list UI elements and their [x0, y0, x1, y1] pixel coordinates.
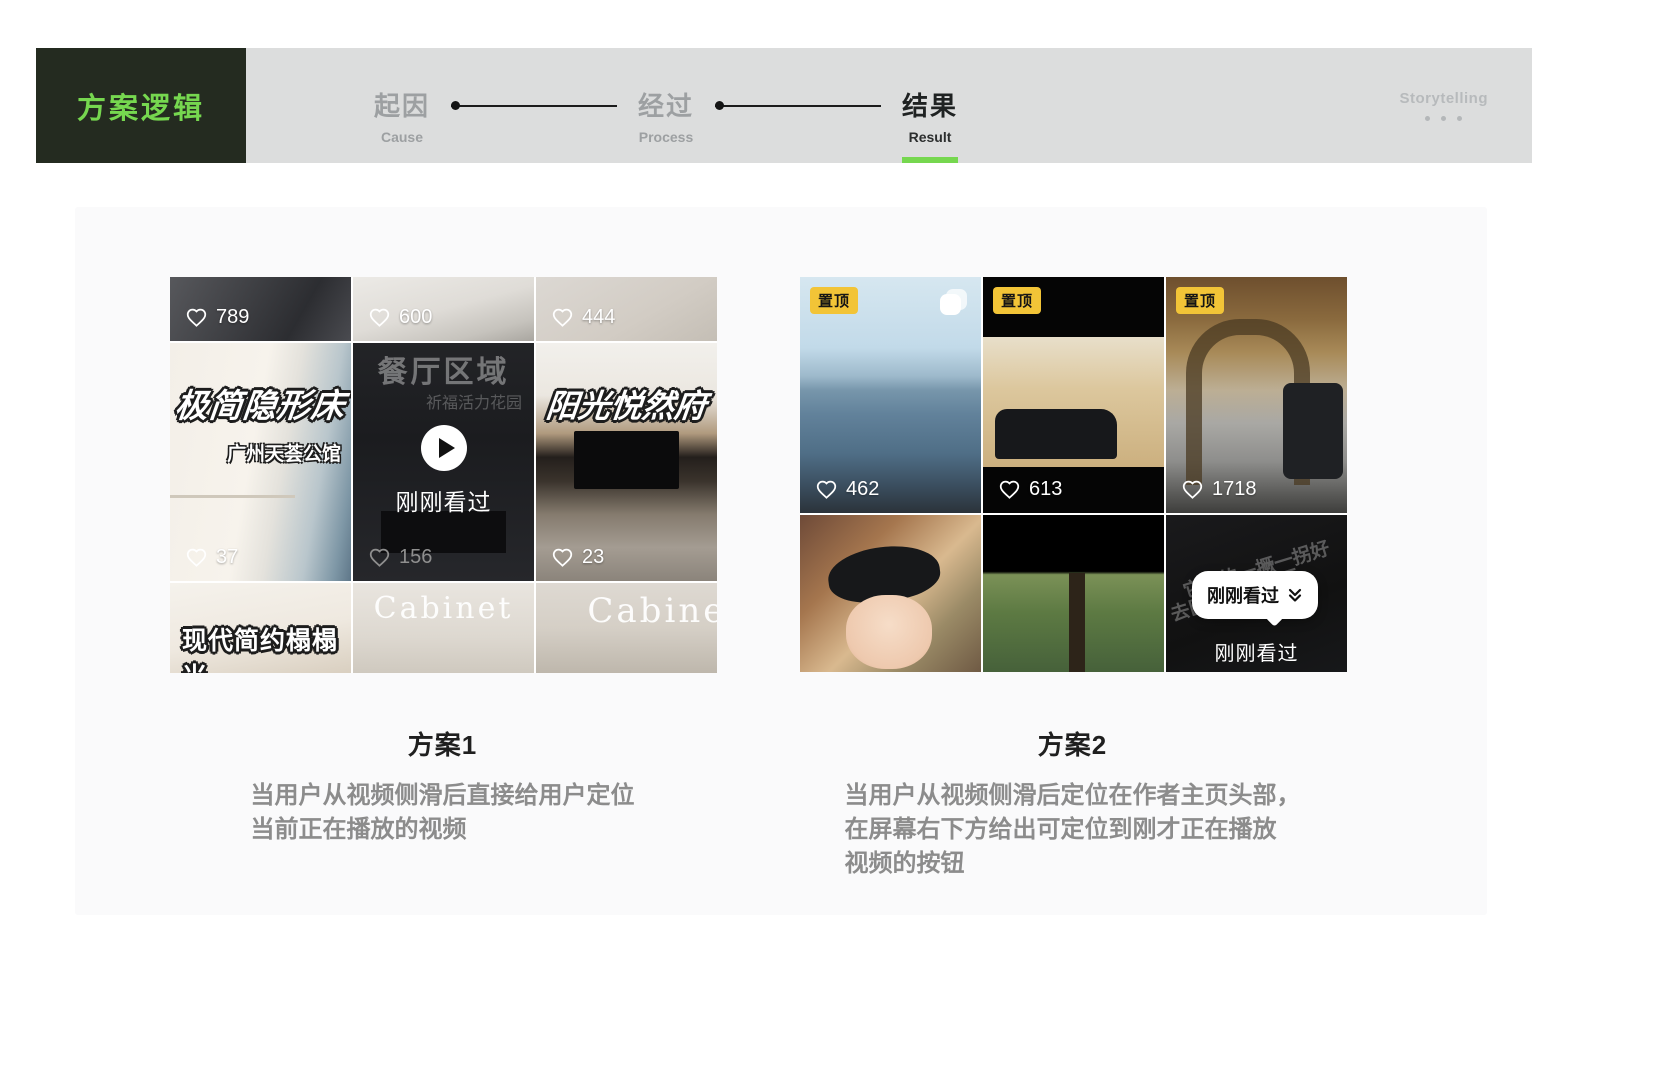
plan1-video-grid: 789 600 444 极简隐形床 广州天荟公馆 37 餐厅区域 祈福 [170, 277, 717, 673]
storytelling-watermark: Storytelling [1399, 90, 1488, 121]
plan2-caption: 方案2 当用户从视频侧滑后定位在作者主页头部， 在屏幕右下方给出可定位到刚才正在… [800, 725, 1345, 881]
play-icon[interactable] [421, 425, 467, 471]
plan2-video-thumb-2[interactable]: 置顶 613 [983, 277, 1164, 513]
pinned-badge: 置顶 [993, 287, 1041, 314]
step-cause-label: 起因 [374, 92, 430, 120]
plan1-description: 当用户从视频侧滑后直接给用户定位 当前正在播放的视频 [251, 779, 635, 847]
plan1-video-thumb-8[interactable]: Cabinet [353, 583, 534, 673]
heart-icon [999, 479, 1020, 500]
step-result-sublabel: Result [909, 129, 952, 145]
video-cover-title: 餐厅区域 [353, 347, 534, 391]
like-count: 1718 [1182, 478, 1257, 501]
plan1-video-thumb-7[interactable]: 现代简约榻榻米 [170, 583, 351, 673]
plan1-video-thumb-3[interactable]: 444 [536, 277, 717, 341]
plan1-current-video-thumb[interactable]: 餐厅区域 祈福活力花园 刚刚看过 156 [353, 343, 534, 581]
video-cover-title: 现代简约榻榻米 [182, 621, 351, 673]
like-count: 600 [369, 306, 432, 329]
storytelling-label: Storytelling [1399, 90, 1488, 107]
video-cover-subtitle: 祈福活力花园 [426, 389, 522, 413]
section-title-panel: 方案逻辑 [36, 48, 246, 163]
step-connector-1 [451, 105, 617, 107]
plan1-caption: 方案1 当用户从视频侧滑后直接给用户定位 当前正在播放的视频 [170, 725, 715, 847]
heart-icon [186, 307, 207, 328]
plan2-video-thumb-5[interactable] [983, 515, 1164, 672]
just-watched-label: 刚刚看过 [1166, 637, 1347, 666]
like-count: 789 [186, 306, 249, 329]
video-cover-title: 阳光悦然府 [536, 381, 717, 427]
plan1-title: 方案1 [170, 725, 715, 762]
plan2-video-thumb-4[interactable] [800, 515, 981, 672]
like-count: 444 [552, 306, 615, 329]
plan2-video-thumb-1[interactable]: 置顶 462 [800, 277, 981, 513]
section-title: 方案逻辑 [77, 85, 205, 127]
plan2-current-video-thumb[interactable]: 它妈的一撅一拐好 去医院花了六百 刚刚看过 刚刚看过 [1166, 515, 1347, 672]
step-process[interactable]: 经过 Process [633, 48, 699, 163]
plan1-video-thumb-1[interactable]: 789 [170, 277, 351, 341]
video-cover-title: Cabinet [353, 591, 534, 626]
content-card: 789 600 444 极简隐形床 广州天荟公馆 37 餐厅区域 祈福 [75, 207, 1487, 915]
heart-icon [816, 479, 837, 500]
step-cause-sublabel: Cause [381, 129, 423, 145]
double-chevron-down-icon [1287, 587, 1303, 603]
video-cover-title: Cabinet [587, 591, 717, 631]
step-result-label: 结果 [902, 92, 958, 120]
video-cover-title: 极简隐形床 [170, 379, 351, 427]
just-watched-locate-button[interactable]: 刚刚看过 [1192, 571, 1318, 619]
just-watched-label: 刚刚看过 [353, 483, 534, 517]
heart-icon [186, 547, 207, 568]
plan1-video-thumb-2[interactable]: 600 [353, 277, 534, 341]
slide-header: 方案逻辑 起因 Cause 经过 Process 结果 Result Story… [36, 48, 1532, 163]
step-cause[interactable]: 起因 Cause [369, 48, 435, 163]
plan2-title: 方案2 [800, 725, 1345, 762]
video-frame [983, 337, 1164, 467]
suv-silhouette [995, 409, 1117, 459]
like-count: 156 [369, 546, 432, 569]
pinned-badge: 置顶 [1176, 287, 1224, 314]
heart-icon [552, 547, 573, 568]
plan2-video-thumb-3[interactable]: 置顶 1718 [1166, 277, 1347, 513]
like-count: 613 [999, 478, 1062, 501]
video-cover-subtitle: 广州天荟公馆 [227, 439, 341, 466]
like-count: 462 [816, 478, 879, 501]
plan2-description: 当用户从视频侧滑后定位在作者主页头部， 在屏幕右下方给出可定位到刚才正在播放 视… [845, 779, 1301, 881]
story-stepper: 起因 Cause 经过 Process 结果 Result [369, 48, 963, 163]
plan2-video-grid: 置顶 462 置顶 613 置顶 1718 它妈的一撅一拐好 [800, 277, 1347, 672]
heart-icon [1182, 479, 1203, 500]
more-dots-menu[interactable] [1399, 116, 1488, 121]
step-result[interactable]: 结果 Result [897, 48, 963, 163]
step-process-label: 经过 [638, 92, 694, 120]
plan1-video-thumb-9[interactable]: Cabinet [536, 583, 717, 673]
pinned-badge: 置顶 [810, 287, 858, 314]
step-connector-2 [715, 105, 881, 107]
plan1-video-thumb-4[interactable]: 极简隐形床 广州天荟公馆 37 [170, 343, 351, 581]
active-step-indicator [902, 157, 958, 163]
plan1-video-thumb-6[interactable]: 阳光悦然府 23 [536, 343, 717, 581]
step-process-sublabel: Process [639, 129, 693, 145]
like-count: 37 [186, 546, 238, 569]
like-count: 23 [552, 546, 604, 569]
heart-icon [552, 307, 573, 328]
heart-icon [369, 547, 390, 568]
heart-icon [369, 307, 390, 328]
collection-icon [939, 289, 967, 316]
